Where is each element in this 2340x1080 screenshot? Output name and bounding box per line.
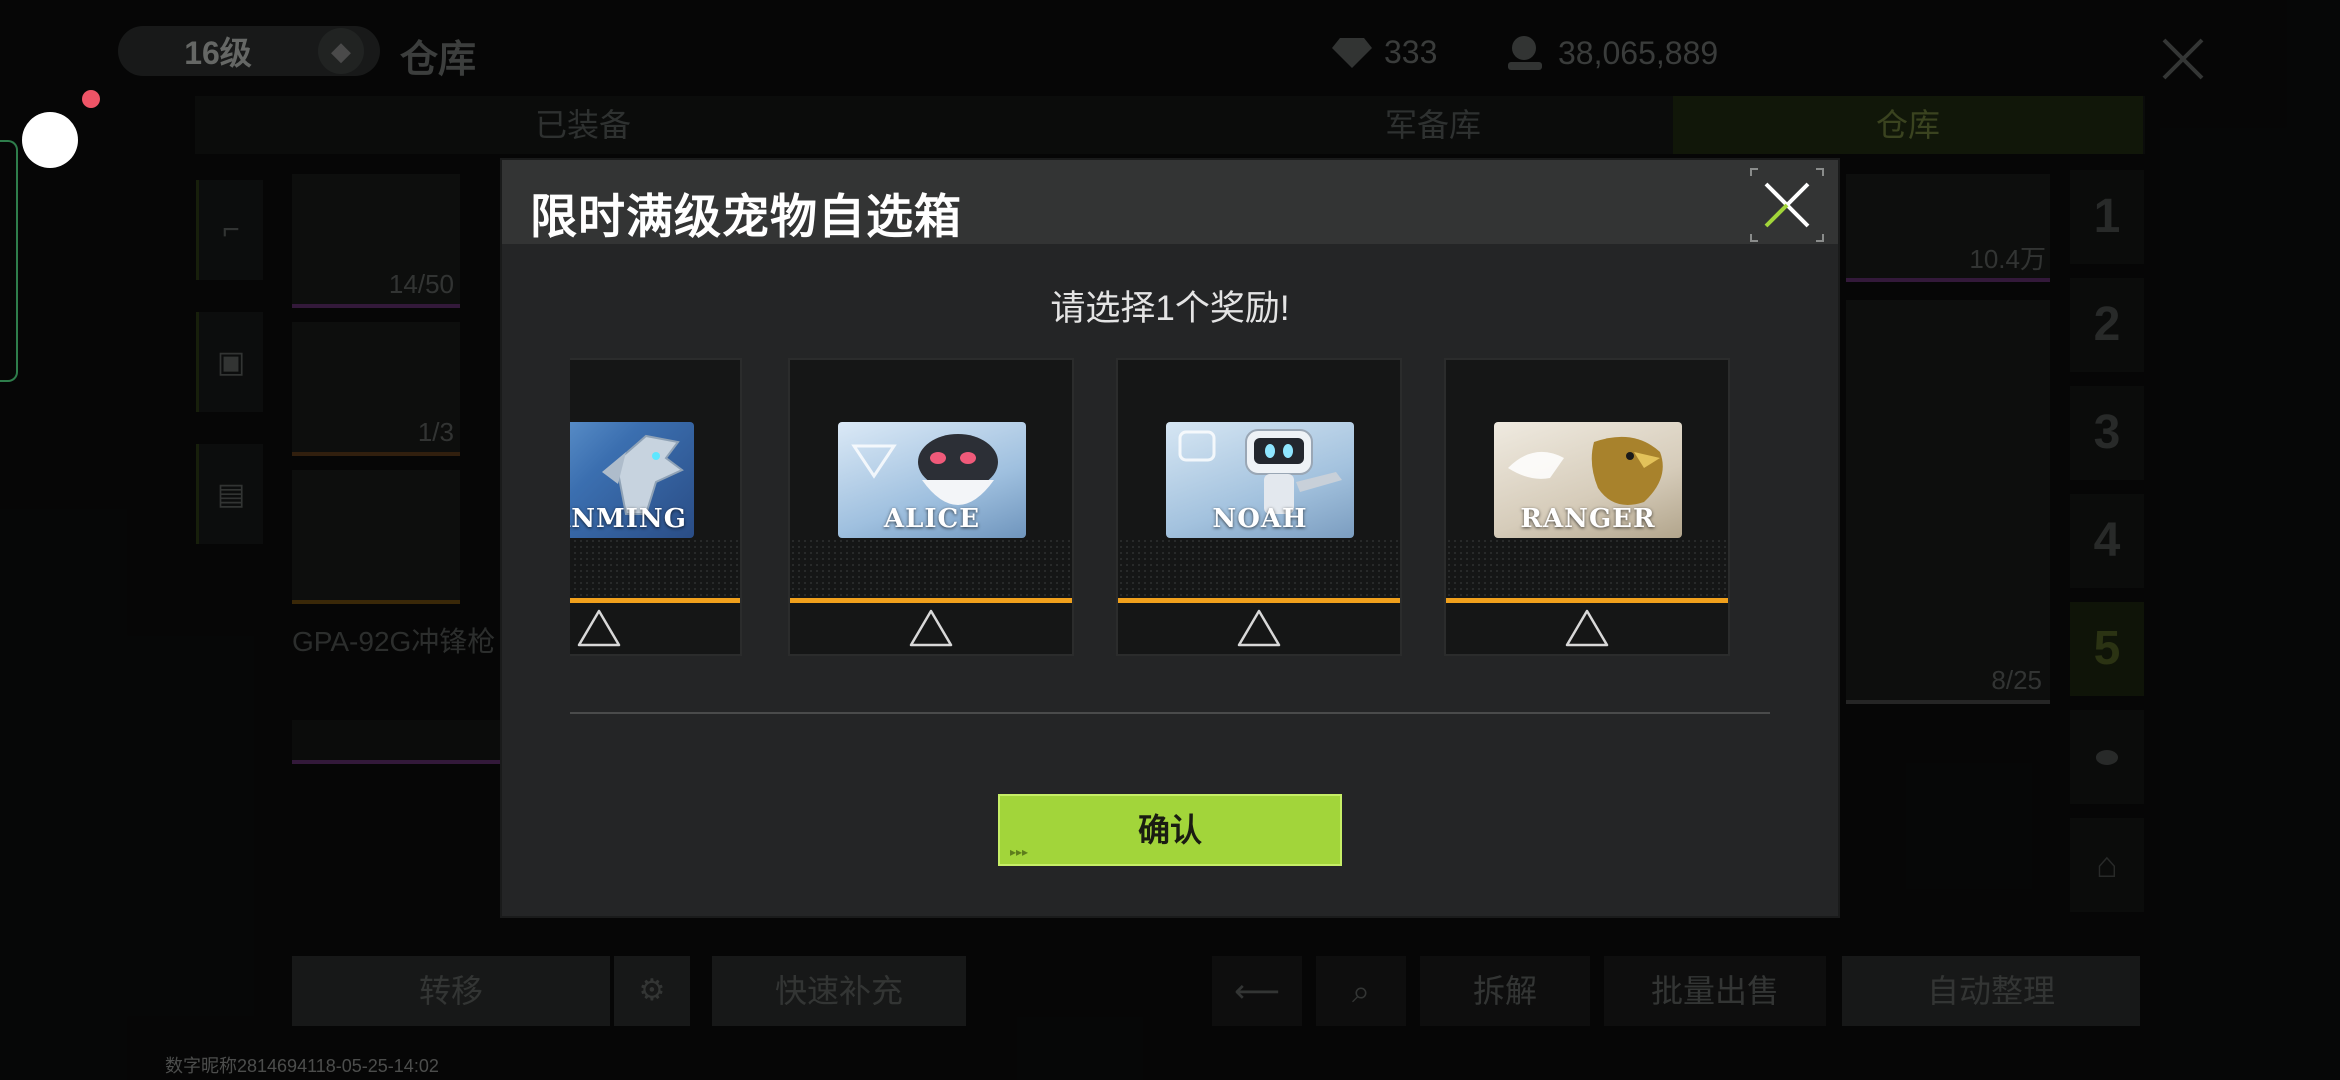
notification-dot — [82, 90, 100, 108]
rarity-triangle-icon — [1565, 609, 1609, 647]
rarity-triangle-icon — [1237, 609, 1281, 647]
dialog-subtitle: 请选择1个奖励! — [1050, 289, 1290, 328]
floating-assistant-button[interactable] — [22, 112, 78, 168]
reward-card-alice[interactable]: ALICE — [788, 358, 1074, 656]
card-texture — [1118, 538, 1400, 598]
reward-card-list[interactable]: XUANMING ALICE — [570, 358, 1770, 668]
confirm-button-label: 确认 — [1137, 812, 1202, 848]
pet-name: RANGER — [1520, 504, 1656, 534]
dialog-title: 限时满级宠物自选箱 — [530, 190, 962, 243]
reward-select-dialog: 限时满级宠物自选箱 请选择1个奖励! XUANMING — [502, 160, 1838, 916]
card-texture — [1446, 538, 1728, 598]
rarity-bar — [790, 598, 1072, 603]
arrow-deco-icon: ▸▸▸ — [1010, 845, 1029, 859]
card-texture — [570, 538, 740, 598]
pet-name: NOAH — [1212, 504, 1308, 534]
dialog-divider — [570, 712, 1770, 714]
rarity-triangle-icon — [909, 609, 953, 647]
pet-art-noah: NOAH — [1166, 422, 1354, 538]
pet-art-xuanming: XUANMING — [570, 422, 694, 538]
card-texture — [790, 538, 1072, 598]
pet-art-alice: ALICE — [838, 422, 1026, 538]
edge-handle[interactable] — [0, 140, 18, 382]
rarity-bar — [570, 598, 740, 603]
close-icon — [1764, 182, 1810, 228]
pet-art-ranger: RANGER — [1494, 422, 1682, 538]
dialog-close-button[interactable] — [1750, 168, 1824, 242]
rarity-bar — [1446, 598, 1728, 603]
rarity-triangle-icon — [577, 609, 621, 647]
rarity-bar — [1118, 598, 1400, 603]
pet-name: XUANMING — [570, 504, 687, 534]
pet-name: ALICE — [883, 504, 981, 534]
confirm-button[interactable]: 确认 ▸▸▸ — [998, 794, 1342, 866]
reward-card-xuanming[interactable]: XUANMING — [570, 358, 742, 656]
reward-card-noah[interactable]: NOAH — [1116, 358, 1402, 656]
reward-card-ranger[interactable]: RANGER — [1444, 358, 1730, 656]
